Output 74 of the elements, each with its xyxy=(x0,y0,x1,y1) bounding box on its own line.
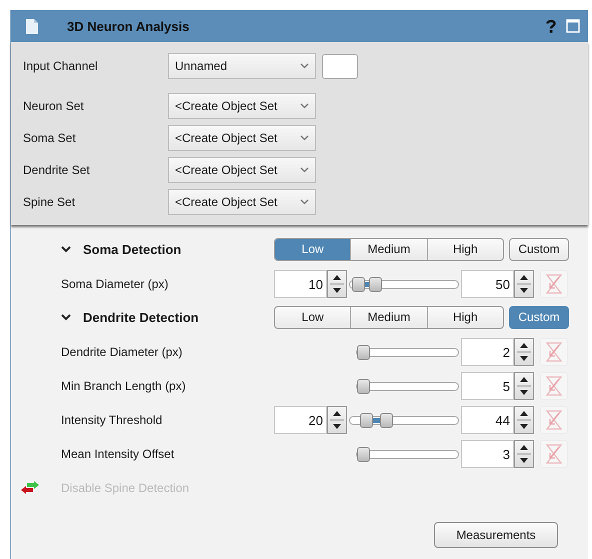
caret-icon xyxy=(300,199,309,205)
stepper-control[interactable] xyxy=(514,406,534,434)
number-field[interactable]: 44 xyxy=(461,406,514,434)
slider-thumb[interactable] xyxy=(357,378,370,394)
preset-selector[interactable]: Low Medium High xyxy=(274,306,504,328)
preset-button[interactable]: Custom xyxy=(509,306,569,328)
stepper-control[interactable] xyxy=(514,372,534,400)
reset-button[interactable] xyxy=(540,440,568,468)
slider-thumb[interactable] xyxy=(360,412,372,428)
reset-button[interactable] xyxy=(540,406,568,434)
number-field[interactable]: 10 xyxy=(274,270,327,298)
preset-button[interactable]: Low xyxy=(275,238,350,260)
slider-thumb[interactable] xyxy=(357,344,370,360)
field-label: Input Channel xyxy=(23,59,99,73)
number-field[interactable]: 20 xyxy=(274,406,327,434)
reset-icon xyxy=(545,410,563,430)
reset-icon xyxy=(545,376,563,396)
field-label: Soma Set xyxy=(23,131,77,145)
dropdown[interactable]: <Create Object Set xyxy=(168,157,316,183)
field-label: Dendrite Set xyxy=(23,163,91,177)
reset-icon xyxy=(545,444,563,464)
toggle-button[interactable] xyxy=(21,481,39,495)
number-field[interactable]: 3 xyxy=(461,440,514,468)
number-field[interactable]: 2 xyxy=(461,338,514,366)
parameter-label: Mean Intensity Offset xyxy=(60,447,176,461)
maximize-button[interactable] xyxy=(566,19,580,33)
parameter-label: Intensity Threshold xyxy=(60,413,164,427)
number-field[interactable]: 50 xyxy=(461,270,514,298)
parameter-label: Soma Diameter (px) xyxy=(60,277,170,291)
dropdown[interactable]: <Create Object Set xyxy=(168,93,316,119)
slider-thumb[interactable] xyxy=(380,412,394,428)
option-label: Disable Spine Detection xyxy=(61,481,190,495)
section-toggle[interactable]: Dendrite Detection xyxy=(11,310,274,324)
stepper-control[interactable] xyxy=(514,440,534,468)
caret-icon xyxy=(300,167,309,173)
stepper-control[interactable] xyxy=(514,338,534,366)
preset-button[interactable]: High xyxy=(426,306,503,328)
measurements-button[interactable]: Measurements xyxy=(434,522,558,548)
stepper-control[interactable] xyxy=(327,406,347,434)
preset-button[interactable]: Low xyxy=(275,306,350,328)
reset-button[interactable] xyxy=(540,270,568,298)
reset-button[interactable] xyxy=(540,372,568,400)
window-icon xyxy=(566,19,580,33)
color-swatch[interactable] xyxy=(322,54,358,78)
stepper-control[interactable] xyxy=(327,270,347,298)
reset-icon xyxy=(545,342,563,362)
parameter-label: Min Branch Length (px) xyxy=(60,379,187,393)
reset-button[interactable] xyxy=(540,338,568,366)
caret-icon xyxy=(300,63,309,69)
dropdown[interactable]: Unnamed xyxy=(168,53,316,79)
stepper-control[interactable] xyxy=(514,270,534,298)
swap-arrows-icon xyxy=(21,481,39,495)
slider-thumb[interactable] xyxy=(369,276,382,292)
preset-button[interactable]: High xyxy=(426,238,503,260)
caret-icon xyxy=(300,103,309,109)
caret-icon xyxy=(300,135,309,141)
preset-button[interactable]: Medium xyxy=(350,238,427,260)
slider-thumb[interactable] xyxy=(357,446,370,462)
slider-thumb[interactable] xyxy=(352,276,365,292)
number-field[interactable]: 5 xyxy=(461,372,514,400)
preset-button[interactable]: Custom xyxy=(509,238,569,260)
dropdown[interactable]: <Create Object Set xyxy=(168,125,316,151)
section-toggle[interactable]: Soma Detection xyxy=(11,242,274,256)
window-title: 3D Neuron Analysis xyxy=(67,18,190,34)
reset-icon xyxy=(545,274,563,294)
help-button[interactable] xyxy=(546,19,556,33)
field-label: Neuron Set xyxy=(23,99,85,113)
document-icon xyxy=(26,18,38,34)
preset-selector[interactable]: Low Medium High xyxy=(274,238,504,260)
help-icon xyxy=(546,19,556,33)
parameter-label: Dendrite Diameter (px) xyxy=(60,345,184,359)
field-label: Spine Set xyxy=(23,195,76,209)
preset-button[interactable]: Medium xyxy=(350,306,427,328)
dropdown[interactable]: <Create Object Set xyxy=(168,189,316,215)
